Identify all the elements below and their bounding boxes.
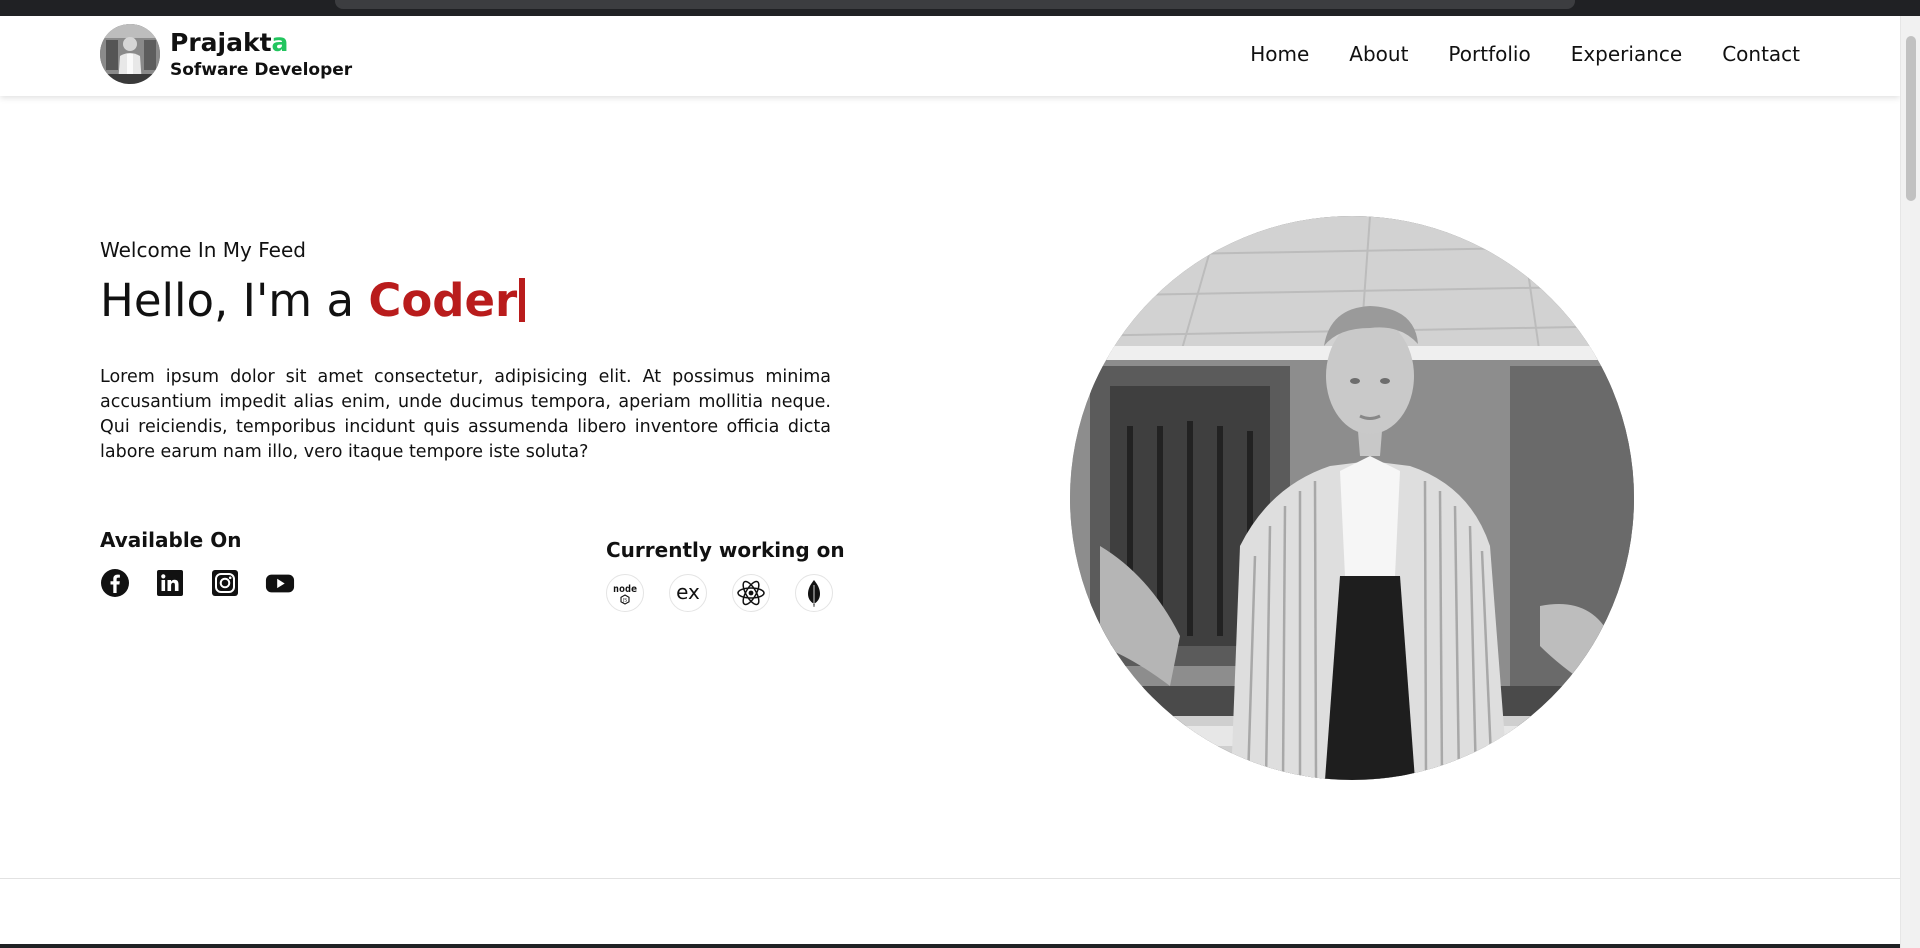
nodejs-icon: node JS [606, 574, 644, 612]
nav-experience[interactable]: Experiance [1571, 42, 1682, 66]
profile-photo-illustration [1070, 216, 1634, 780]
hero-role: Coder [368, 274, 518, 327]
react-icon [732, 574, 770, 612]
brand[interactable]: Prajakta Sofware Developer [100, 24, 352, 84]
brand-role: Sofware Developer [170, 60, 353, 80]
brand-name-main: Prajakt [170, 28, 272, 57]
linkedin-icon[interactable] [155, 568, 185, 598]
page: Prajakta Sofware Developer Home About Po… [0, 16, 1900, 944]
typing-cursor [519, 278, 526, 322]
hero-headline: Hello, I'm a Coder [100, 274, 840, 327]
brand-name-accent: a [271, 28, 289, 57]
svg-text:JS: JS [622, 598, 627, 604]
browser-top-bar [0, 0, 1920, 16]
scrollbar-thumb[interactable] [1906, 36, 1916, 201]
social-links [100, 568, 295, 598]
svg-text:ex: ex [676, 580, 700, 604]
currently-working-title: Currently working on [606, 538, 845, 562]
nav-contact[interactable]: Contact [1722, 42, 1800, 66]
address-bar[interactable] [335, 0, 1575, 9]
section-divider [0, 878, 1900, 879]
brand-name: Prajakta [170, 28, 352, 58]
welcome-text: Welcome In My Feed [100, 238, 306, 262]
youtube-icon[interactable] [265, 568, 295, 598]
available-on-title: Available On [100, 528, 242, 552]
svg-text:node: node [613, 584, 637, 595]
express-icon: ex [669, 574, 707, 612]
avatar [100, 24, 160, 84]
avatar-photo [100, 24, 160, 84]
navbar: Prajakta Sofware Developer Home About Po… [0, 16, 1900, 96]
nav-about[interactable]: About [1349, 42, 1408, 66]
browser-bottom-bar [0, 944, 1900, 948]
instagram-icon[interactable] [210, 568, 240, 598]
scrollbar[interactable] [1900, 16, 1920, 948]
nav-menu: Home About Portfolio Experiance Contact [1250, 42, 1800, 66]
facebook-icon[interactable] [100, 568, 130, 598]
nav-portfolio[interactable]: Portfolio [1448, 42, 1530, 66]
profile-photo [1070, 216, 1634, 780]
tech-stack: node JS ex [606, 574, 833, 612]
mongodb-icon [795, 574, 833, 612]
nav-home[interactable]: Home [1250, 42, 1309, 66]
hero-description: Lorem ipsum dolor sit amet consectetur, … [100, 367, 831, 462]
hero-intro: Welcome In My Feed Hello, I'm a Coder [100, 238, 840, 327]
hero-greeting: Hello, I'm a [100, 274, 355, 327]
